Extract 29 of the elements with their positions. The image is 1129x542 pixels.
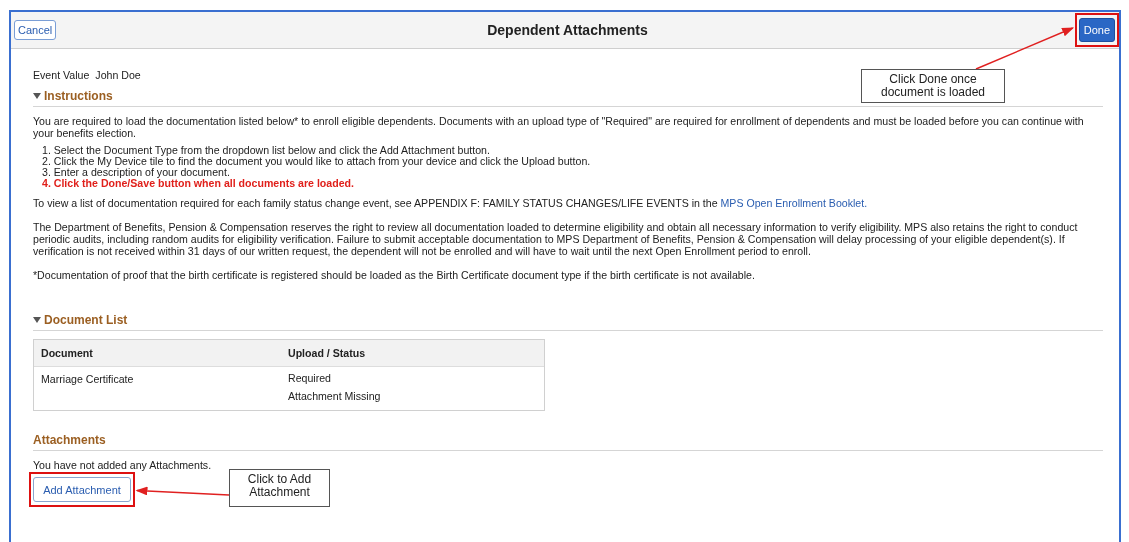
instruction-step: 2. Click the My Device tile to find the document you would like to attach from your device and click the Upload button. <box>42 156 1103 167</box>
section-heading: Attachments <box>33 433 106 447</box>
callout-box: Click Done once document is loaded <box>861 69 1005 103</box>
collapse-icon[interactable] <box>33 93 41 99</box>
paragraph: *Documentation of proof that the birth certificate is registered should be loaded as the Birth Certificate document type if the birth certificate is not available. <box>33 269 756 281</box>
field-value: John Doe <box>95 69 141 81</box>
add-attachment-button[interactable]: Add Attachment <box>33 477 131 502</box>
field-label: Event Value <box>33 69 90 81</box>
table-cell-text: Marriage Certificate <box>40 372 135 387</box>
highlight-frame <box>1074 13 1119 47</box>
instruction-step: 1. Select the Document Type from the dropdown list below and click the Add Attachment button. <box>42 145 1103 156</box>
booklet-link[interactable]: MPS Open Enrollment Booklet. <box>720 197 868 209</box>
paragraph: You are required to load the documentation listed below* to enroll eligible dependents. Documents with an upload type of "Required" are required for enrollment of dependents and must be loaded before you can continue with your benefits election. <box>33 115 1085 139</box>
page-title: Dependent Attachments <box>487 22 648 38</box>
instruction-step: 4. Click the Done/Save button when all documents are loaded. <box>42 178 1103 189</box>
section-heading[interactable]: Document List <box>44 313 128 327</box>
paragraph: To view a list of documentation required for each family status change event, see APPENDIX F: FAMILY STATUS CHANGES/LIFE EVENTS in the MPS Open Enrollment Booklet. <box>33 197 869 209</box>
callout-box: Click to Add Attachment <box>229 469 330 507</box>
paragraph: The Department of Benefits, Pension & Compensation reserves the right to review all documentation loaded to determine eligibility and obtain all necessary information to verify eligibility. MPS also retains the right to conduct periodic audits, including random audits for eligibility verification. Failure to submit acceptable documentation to MPS Department of Benefits, Pension & Compensation will delay processing of your eligible dependent(s). If verification is not received within 31 days of our written request, the dependent will not be enrolled and will have to wait until the next Open Enrollment period to enroll. <box>33 221 1079 257</box>
instruction-step: 3. Enter a description of your document. <box>42 167 1103 178</box>
empty-message: You have not added any Attachments. <box>33 459 213 471</box>
cancel-button[interactable]: Cancel <box>14 20 57 40</box>
done-button[interactable]: Done <box>1078 18 1115 42</box>
status-text: Attachment Missing <box>288 390 382 402</box>
column-header: Document <box>34 340 281 367</box>
column-header: Upload / Status <box>281 340 544 367</box>
collapse-icon[interactable] <box>33 317 41 323</box>
status-text: Required <box>288 372 332 384</box>
section-heading[interactable]: Instructions <box>44 89 113 103</box>
